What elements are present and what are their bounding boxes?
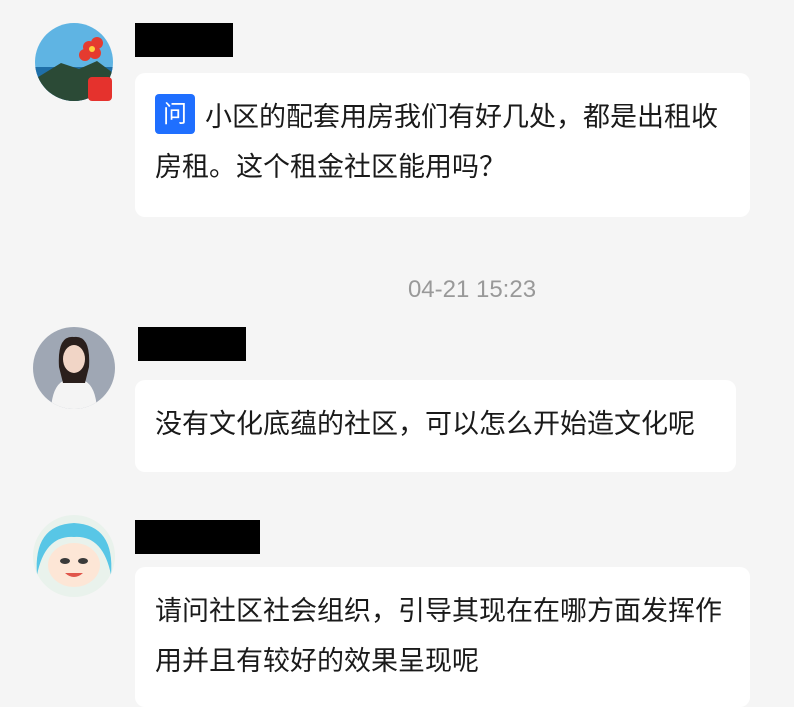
sender-name-redacted (135, 23, 233, 57)
sender-name-redacted (135, 520, 260, 554)
message-text: 请问社区社会组织，引导其现在在哪方面发挥作用并且有较好的效果呈现呢 (155, 596, 722, 677)
question-badge: 问 (155, 94, 195, 134)
message-bubble: 请问社区社会组织，引导其现在在哪方面发挥作用并且有较好的效果呈现呢 (135, 567, 750, 707)
message-text: 没有文化底蕴的社区，可以怎么开始造文化呢 (155, 409, 695, 440)
message-bubble: 没有文化底蕴的社区，可以怎么开始造文化呢 (135, 380, 736, 472)
sender-name-redacted (138, 327, 246, 361)
avatar-cartoon-image (33, 515, 115, 597)
avatar-user-3[interactable] (33, 515, 115, 597)
avatar-badge-icon (88, 77, 112, 101)
avatar-portrait-image (33, 327, 115, 409)
timestamp: 04-21 15:23 (407, 276, 537, 303)
message-bubble: 问小区的配套用房我们有好几处，都是出租收房租。这个租金社区能用吗？ (135, 73, 750, 217)
avatar-user-2[interactable] (33, 327, 115, 409)
message-text: 小区的配套用房我们有好几处，都是出租收房租。这个租金社区能用吗？ (155, 102, 718, 183)
